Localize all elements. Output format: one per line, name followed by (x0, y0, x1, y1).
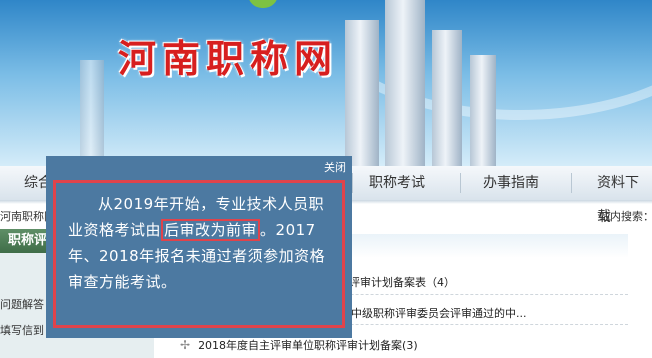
list-item-title[interactable]: 称评审计划备案表（4） (338, 276, 455, 289)
nav-item-exam[interactable]: 职称考试 (369, 166, 425, 200)
notice-popup: 关闭 从2019年开始，专业技术人员职业资格考试由 后审改为前审 。2017年、20… (46, 156, 352, 338)
sidebar-link-letter[interactable]: 填写信到 (0, 322, 44, 338)
banner-building (385, 0, 425, 166)
site-search-label: 站内搜索： (599, 210, 652, 223)
banner-building (80, 60, 104, 166)
bullet-icon: ✢ (180, 338, 191, 352)
list-item-title[interactable]: 2018年度自主评审单位职称评审计划备案(3) (198, 339, 418, 352)
list-item-title[interactable]: 会中级职称评审委员会评审通过的中... (340, 307, 527, 320)
list-item[interactable]: ✢ 2018年度自主评审单位职称评审计划备案(3) (180, 337, 418, 353)
header-banner: 河南职称网 (0, 0, 652, 166)
nav-separator (352, 173, 353, 193)
popup-close-button[interactable]: 关闭 (324, 159, 346, 175)
notice-frame: 从2019年开始，专业技术人员职业资格考试由 后审改为前审 。2017年、2018年… (53, 180, 345, 328)
site-title: 河南职称网 (118, 36, 339, 81)
nav-item-download[interactable]: 资料下载 (597, 166, 652, 225)
notice-highlight: 后审改为前审 (161, 219, 261, 241)
nav-separator (571, 173, 572, 193)
nav-separator (460, 173, 461, 193)
list-item[interactable]: 称评审计划备案表（4） (338, 274, 455, 290)
sidebar-link-faq[interactable]: 问题解答 (0, 296, 44, 312)
list-item[interactable]: 会中级职称评审委员会评审通过的中... (340, 305, 527, 321)
notice-text: 从2019年开始，专业技术人员职业资格考试由 后审改为前审 。2017年、2018年… (68, 191, 336, 295)
nav-item-guide[interactable]: 办事指南 (483, 166, 539, 200)
banner-building (470, 55, 496, 166)
banner-building (432, 30, 462, 166)
banner-building (345, 20, 379, 166)
